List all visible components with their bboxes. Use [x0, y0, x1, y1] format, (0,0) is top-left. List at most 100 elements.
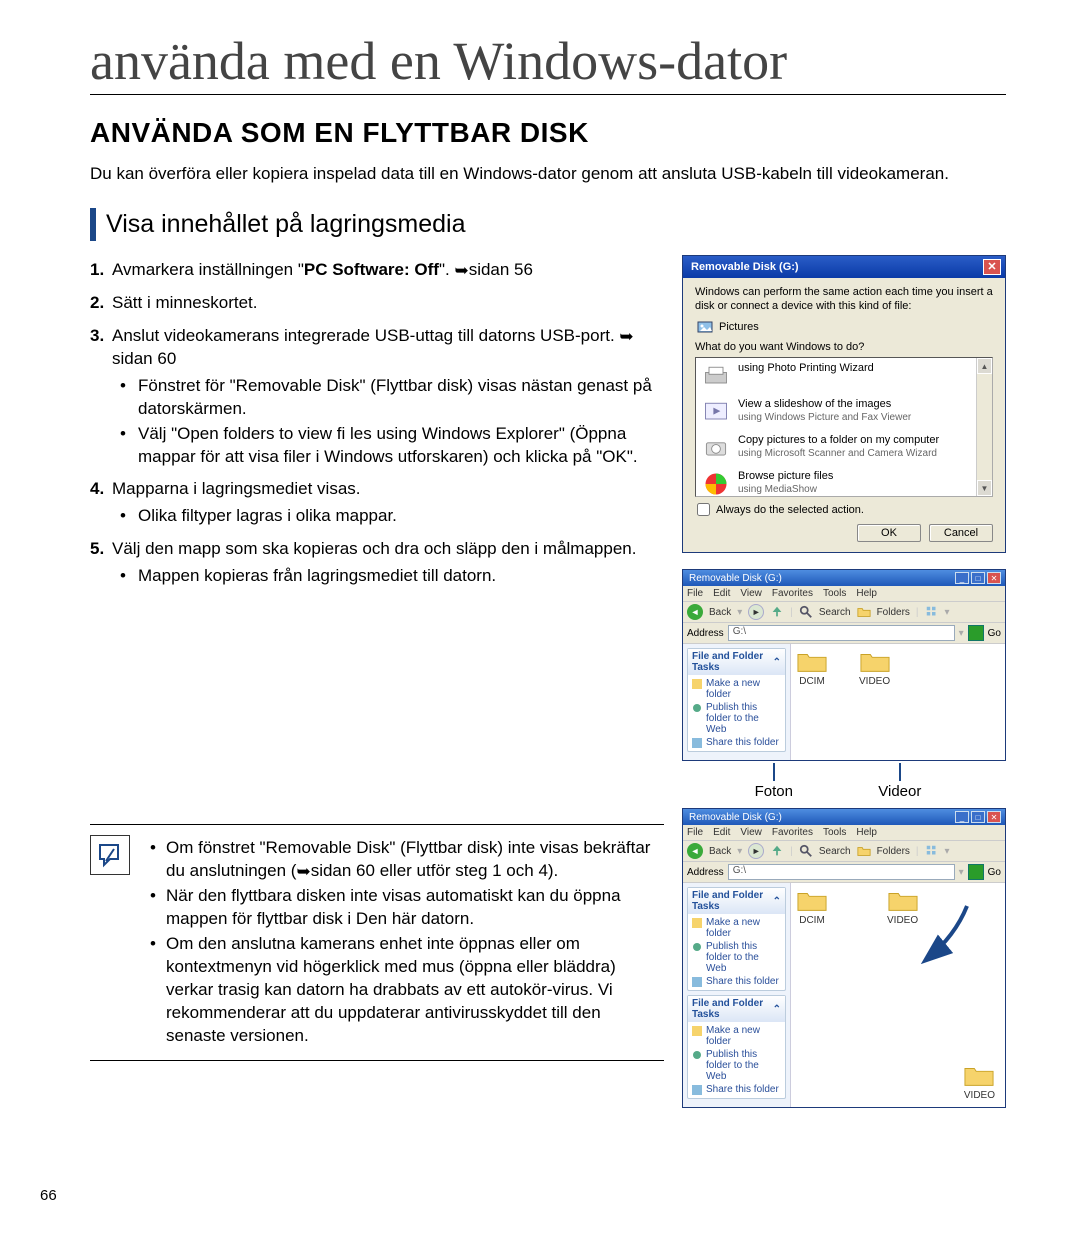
- page-ref-arrow-icon: ➥: [296, 861, 310, 884]
- menu-tools[interactable]: Tools: [823, 827, 846, 838]
- back-label[interactable]: Back: [709, 846, 731, 857]
- menu-edit[interactable]: Edit: [713, 827, 730, 838]
- scroll-down-icon[interactable]: ▼: [977, 480, 992, 496]
- note-2: När den flyttbara disken inte visas auto…: [144, 885, 664, 931]
- explorer-window-2: Removable Disk (G:) _ □ ✕ File Edit View…: [682, 808, 1006, 1108]
- option-print-wizard[interactable]: using Photo Printing Wizard: [696, 358, 992, 394]
- minimize-icon[interactable]: _: [955, 811, 969, 823]
- collapse-icon[interactable]: ⌃: [773, 896, 781, 907]
- note-3: Om den anslutna kamerans enhet inte öppn…: [144, 933, 664, 1048]
- step3-bullet-2: Välj "Open folders to view fi les using …: [112, 423, 664, 469]
- opt2-title: Copy pictures to a folder on my computer: [738, 434, 939, 447]
- pictures-icon: [697, 319, 713, 335]
- step4-bullet-1: Olika filtyper lagras i olika mappar.: [112, 505, 664, 528]
- search-label[interactable]: Search: [819, 607, 851, 618]
- cancel-button[interactable]: Cancel: [929, 524, 993, 542]
- collapse-icon[interactable]: ⌃: [773, 1004, 781, 1015]
- task-new-folder[interactable]: Make a new folder: [692, 1024, 781, 1048]
- folders-label[interactable]: Folders: [877, 607, 910, 618]
- step1-prefix: Avmarkera inställningen ": [112, 260, 304, 279]
- go-icon[interactable]: [968, 864, 984, 880]
- address-label: Address: [687, 628, 724, 639]
- step2-text: Sätt i minneskortet.: [112, 293, 258, 312]
- task-publish[interactable]: Publish this folder to the Web: [692, 940, 781, 975]
- menu-help[interactable]: Help: [856, 827, 877, 838]
- menu-file[interactable]: File: [687, 827, 703, 838]
- menu-help[interactable]: Help: [856, 588, 877, 599]
- forward-icon[interactable]: ►: [748, 843, 764, 859]
- step3-bullet-1: Fönstret för "Removable Disk" (Flyttbar …: [112, 375, 664, 421]
- folder-dcim[interactable]: DCIM: [797, 650, 827, 687]
- always-checkbox[interactable]: [697, 503, 710, 516]
- folder-video[interactable]: VIDEO: [859, 650, 890, 687]
- up-icon[interactable]: [770, 605, 784, 619]
- close-icon[interactable]: ✕: [987, 811, 1001, 823]
- views-icon[interactable]: [925, 844, 939, 858]
- explorer-menu[interactable]: File Edit View Favorites Tools Help: [683, 825, 1005, 841]
- task-share[interactable]: Share this folder: [692, 1083, 781, 1096]
- step5-text: Välj den mapp som ska kopieras och dra o…: [112, 539, 636, 558]
- option-slideshow[interactable]: View a slideshow of the imagesusing Wind…: [696, 394, 992, 430]
- go-label[interactable]: Go: [988, 628, 1001, 639]
- go-label[interactable]: Go: [988, 867, 1001, 878]
- option-copy-pictures[interactable]: Copy pictures to a folder on my computer…: [696, 430, 992, 466]
- back-label[interactable]: Back: [709, 607, 731, 618]
- menu-tools[interactable]: Tools: [823, 588, 846, 599]
- explorer-title: Removable Disk (G:): [689, 812, 782, 823]
- up-icon[interactable]: [770, 844, 784, 858]
- option-mediashow[interactable]: Browse picture filesusing MediaShow: [696, 466, 992, 497]
- menu-view[interactable]: View: [740, 827, 762, 838]
- options-list[interactable]: using Photo Printing Wizard View a slide…: [695, 357, 993, 497]
- back-icon[interactable]: ◄: [687, 604, 703, 620]
- scroll-up-icon[interactable]: ▲: [977, 358, 992, 374]
- search-icon[interactable]: [799, 605, 813, 619]
- views-icon[interactable]: [925, 605, 939, 619]
- folders-icon[interactable]: [857, 844, 871, 858]
- menu-favorites[interactable]: Favorites: [772, 827, 813, 838]
- section-heading: ANVÄNDA SOM EN FLYTTBAR DISK: [90, 117, 1006, 149]
- go-icon[interactable]: [968, 625, 984, 641]
- always-checkbox-row[interactable]: Always do the selected action.: [697, 503, 993, 516]
- folder-video-top[interactable]: VIDEO: [887, 889, 918, 926]
- task-share[interactable]: Share this folder: [692, 736, 781, 749]
- slideshow-icon: [702, 398, 730, 426]
- address-input[interactable]: G:\: [728, 864, 955, 880]
- task-publish[interactable]: Publish this folder to the Web: [692, 1048, 781, 1083]
- back-icon[interactable]: ◄: [687, 843, 703, 859]
- task-share[interactable]: Share this folder: [692, 975, 781, 988]
- step-3: 3. Anslut videokamerans integrerade USB-…: [90, 325, 664, 469]
- explorer-window-1: Removable Disk (G:) _ □ ✕ File Edit View…: [682, 569, 1006, 761]
- explorer-title: Removable Disk (G:): [689, 573, 782, 584]
- folder-video-bottom[interactable]: VIDEO: [964, 1064, 995, 1101]
- close-icon[interactable]: ✕: [983, 259, 1001, 275]
- folders-label[interactable]: Folders: [877, 846, 910, 857]
- autorun-dialog: Removable Disk (G:) ✕ Windows can perfor…: [682, 255, 1006, 554]
- intro-text: Du kan överföra eller kopiera inspelad d…: [90, 163, 1006, 186]
- ok-button[interactable]: OK: [857, 524, 921, 542]
- forward-icon[interactable]: ►: [748, 604, 764, 620]
- page-number: 66: [40, 1187, 57, 1204]
- task-new-folder[interactable]: Make a new folder: [692, 916, 781, 940]
- menu-view[interactable]: View: [740, 588, 762, 599]
- task-pane-header[interactable]: File and Folder Tasks: [692, 651, 773, 673]
- task-pane-header[interactable]: File and Folder Tasks: [692, 890, 773, 912]
- address-input[interactable]: G:\: [728, 625, 955, 641]
- minimize-icon[interactable]: _: [955, 572, 969, 584]
- search-icon[interactable]: [799, 844, 813, 858]
- maximize-icon[interactable]: □: [971, 811, 985, 823]
- task-pane-header[interactable]: File and Folder Tasks: [692, 998, 773, 1020]
- close-icon[interactable]: ✕: [987, 572, 1001, 584]
- task-publish[interactable]: Publish this folder to the Web: [692, 701, 781, 736]
- explorer-menu[interactable]: File Edit View Favorites Tools Help: [683, 586, 1005, 602]
- task-new-folder[interactable]: Make a new folder: [692, 677, 781, 701]
- menu-favorites[interactable]: Favorites: [772, 588, 813, 599]
- search-label[interactable]: Search: [819, 846, 851, 857]
- folders-icon[interactable]: [857, 605, 871, 619]
- menu-edit[interactable]: Edit: [713, 588, 730, 599]
- maximize-icon[interactable]: □: [971, 572, 985, 584]
- collapse-icon[interactable]: ⌃: [773, 657, 781, 668]
- callout-line: [899, 763, 901, 781]
- folder-dcim[interactable]: DCIM: [797, 889, 827, 926]
- menu-file[interactable]: File: [687, 588, 703, 599]
- scrollbar[interactable]: ▲ ▼: [976, 358, 992, 496]
